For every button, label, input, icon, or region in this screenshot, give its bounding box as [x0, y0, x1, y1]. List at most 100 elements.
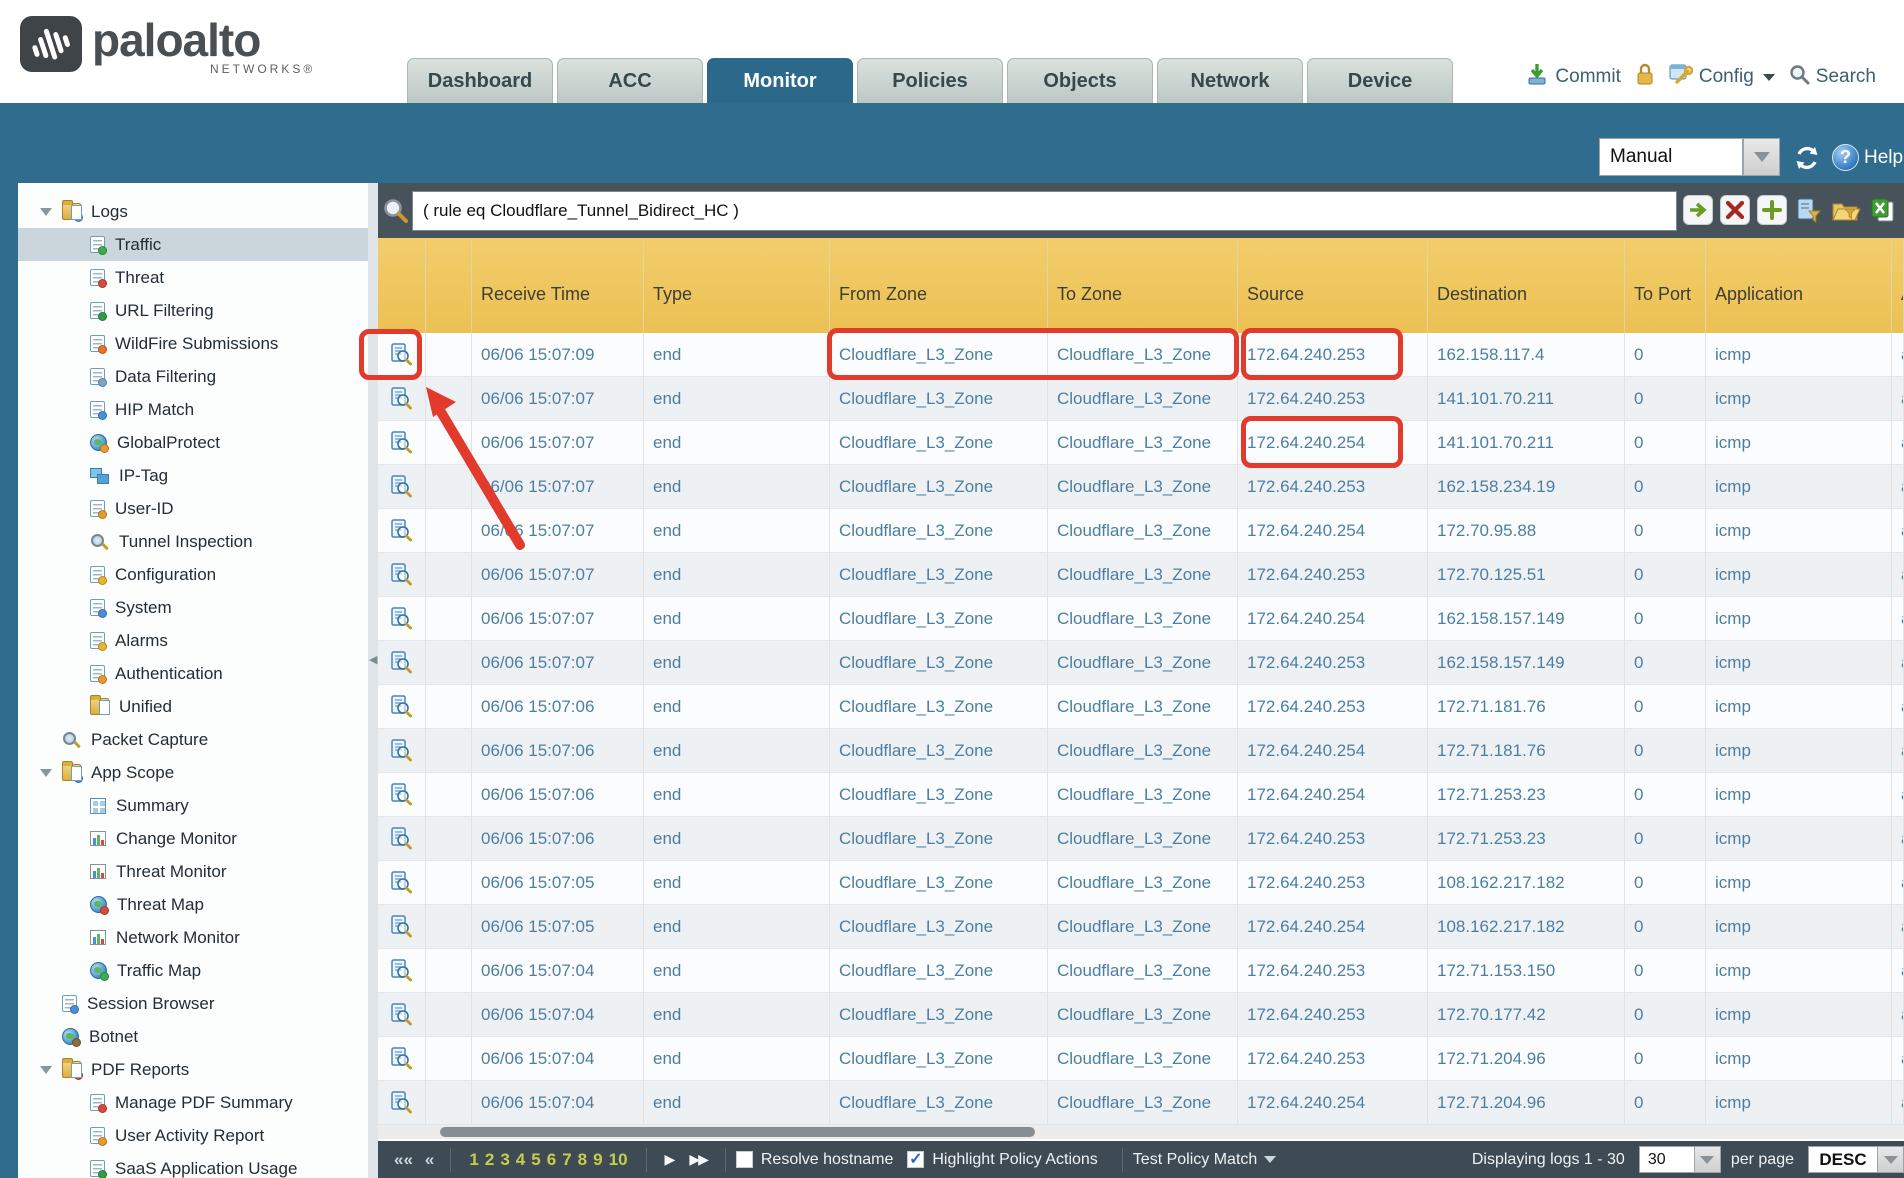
log-cell-destination[interactable]: 172.70.95.88 [1428, 509, 1625, 552]
clear-filter-icon[interactable] [1720, 195, 1750, 225]
log-cell-application[interactable]: icmp [1706, 333, 1892, 376]
log-cell-destination[interactable]: 172.71.204.96 [1428, 1081, 1625, 1124]
page-number-7[interactable]: 7 [562, 1150, 571, 1170]
sidebar-item-globalprotect[interactable]: GlobalProtect [18, 426, 368, 459]
log-cell-destination[interactable]: 162.158.157.149 [1428, 597, 1625, 640]
last-page-button[interactable]: ▶▶ [689, 1151, 707, 1168]
sidebar-item-traffic-map[interactable]: Traffic Map [18, 954, 368, 987]
log-detail-icon[interactable] [378, 465, 426, 508]
table-row[interactable]: 06/06 15:07:06endCloudflare_L3_ZoneCloud… [378, 817, 1904, 861]
log-cell-destination[interactable]: 172.71.153.150 [1428, 949, 1625, 992]
page-number-5[interactable]: 5 [531, 1150, 540, 1170]
sidebar-item-summary[interactable]: Summary [18, 789, 368, 822]
log-cell-application[interactable]: icmp [1706, 861, 1892, 904]
table-row[interactable]: 06/06 15:07:06endCloudflare_L3_ZoneCloud… [378, 685, 1904, 729]
sidebar-item-configuration[interactable]: Configuration [18, 558, 368, 591]
log-cell-source[interactable]: 172.64.240.254 [1238, 597, 1428, 640]
page-number-2[interactable]: 2 [485, 1150, 494, 1170]
log-detail-icon[interactable] [378, 509, 426, 552]
lock-button[interactable] [1635, 63, 1655, 92]
log-cell-from-zone[interactable]: Cloudflare_L3_Zone [830, 509, 1048, 552]
table-row[interactable]: 06/06 15:07:07endCloudflare_L3_ZoneCloud… [378, 553, 1904, 597]
log-detail-icon[interactable] [378, 333, 426, 376]
log-cell-source[interactable]: 172.64.240.254 [1238, 1081, 1428, 1124]
table-row[interactable]: 06/06 15:07:07endCloudflare_L3_ZoneCloud… [378, 641, 1904, 685]
log-cell-application[interactable]: icmp [1706, 905, 1892, 948]
log-cell-application[interactable]: icmp [1706, 377, 1892, 420]
log-cell-destination[interactable]: 172.71.253.23 [1428, 773, 1625, 816]
sidebar-item-ip-tag[interactable]: IP-Tag [18, 459, 368, 492]
sort-order-select-arrow[interactable] [1878, 1146, 1904, 1173]
log-cell-source[interactable]: 172.64.240.253 [1238, 993, 1428, 1036]
table-row[interactable]: 06/06 15:07:07endCloudflare_L3_ZoneCloud… [378, 377, 1904, 421]
log-cell-destination[interactable]: 108.162.217.182 [1428, 861, 1625, 904]
page-number-1[interactable]: 1 [469, 1150, 478, 1170]
log-cell-to-zone[interactable]: Cloudflare_L3_Zone [1048, 729, 1238, 772]
log-cell-destination[interactable]: 141.101.70.211 [1428, 421, 1625, 464]
per-page-select-arrow[interactable] [1695, 1146, 1721, 1173]
log-cell-application[interactable]: icmp [1706, 509, 1892, 552]
sidebar-item-system[interactable]: System [18, 591, 368, 624]
log-detail-icon[interactable] [378, 773, 426, 816]
log-cell-application[interactable]: icmp [1706, 465, 1892, 508]
sort-order-select[interactable]: DESC [1808, 1146, 1878, 1173]
per-page-select[interactable]: 30 [1639, 1146, 1695, 1173]
table-row[interactable]: 06/06 15:07:07endCloudflare_L3_ZoneCloud… [378, 597, 1904, 641]
log-cell-application[interactable]: icmp [1706, 817, 1892, 860]
table-row[interactable]: 06/06 15:07:06endCloudflare_L3_ZoneCloud… [378, 729, 1904, 773]
add-filter-icon[interactable] [1757, 195, 1787, 225]
log-cell-to-zone[interactable]: Cloudflare_L3_Zone [1048, 817, 1238, 860]
next-page-button[interactable]: ▶ [665, 1151, 674, 1168]
sidebar-item-threat-monitor[interactable]: Threat Monitor [18, 855, 368, 888]
log-cell-source[interactable]: 172.64.240.254 [1238, 421, 1428, 464]
tab-objects[interactable]: Objects [1007, 58, 1153, 103]
log-cell-source[interactable]: 172.64.240.254 [1238, 905, 1428, 948]
log-detail-icon[interactable] [378, 553, 426, 596]
apply-filter-icon[interactable] [1683, 195, 1713, 225]
log-cell-to-zone[interactable]: Cloudflare_L3_Zone [1048, 377, 1238, 420]
log-cell-from-zone[interactable]: Cloudflare_L3_Zone [830, 641, 1048, 684]
sidebar-item-user-activity-report[interactable]: User Activity Report [18, 1119, 368, 1152]
log-cell-to-zone[interactable]: Cloudflare_L3_Zone [1048, 773, 1238, 816]
column-header-a[interactable]: A [1892, 238, 1904, 333]
export-icon[interactable] [1868, 195, 1898, 225]
log-detail-icon[interactable] [378, 949, 426, 992]
column-header-type[interactable]: Type [644, 238, 830, 333]
page-number-10[interactable]: 10 [609, 1150, 628, 1170]
expand-triangle-icon[interactable] [40, 208, 52, 216]
sidebar-item-unified[interactable]: Unified [18, 690, 368, 723]
log-cell-to-zone[interactable]: Cloudflare_L3_Zone [1048, 641, 1238, 684]
sidebar-item-logs[interactable]: Logs [18, 195, 368, 228]
page-number-3[interactable]: 3 [500, 1150, 509, 1170]
log-cell-source[interactable]: 172.64.240.254 [1238, 773, 1428, 816]
log-cell-source[interactable]: 172.64.240.253 [1238, 553, 1428, 596]
log-detail-icon[interactable] [378, 861, 426, 904]
log-cell-to-zone[interactable]: Cloudflare_L3_Zone [1048, 333, 1238, 376]
log-cell-source[interactable]: 172.64.240.253 [1238, 377, 1428, 420]
table-row[interactable]: 06/06 15:07:05endCloudflare_L3_ZoneCloud… [378, 861, 1904, 905]
log-detail-icon[interactable] [378, 685, 426, 728]
log-cell-application[interactable]: icmp [1706, 729, 1892, 772]
log-cell-from-zone[interactable]: Cloudflare_L3_Zone [830, 1037, 1048, 1080]
tab-device[interactable]: Device [1307, 58, 1453, 103]
table-row[interactable]: 06/06 15:07:04endCloudflare_L3_ZoneCloud… [378, 993, 1904, 1037]
table-row[interactable]: 06/06 15:07:07endCloudflare_L3_ZoneCloud… [378, 509, 1904, 553]
tab-monitor[interactable]: Monitor [707, 58, 853, 103]
log-cell-destination[interactable]: 172.70.177.42 [1428, 993, 1625, 1036]
load-filter-icon[interactable] [1831, 195, 1861, 225]
log-cell-application[interactable]: icmp [1706, 1081, 1892, 1124]
log-cell-source[interactable]: 172.64.240.253 [1238, 949, 1428, 992]
test-policy-match-button[interactable]: Test Policy Match [1133, 1151, 1276, 1169]
help-button[interactable]: ? Help [1832, 144, 1903, 171]
log-cell-to-zone[interactable]: Cloudflare_L3_Zone [1048, 509, 1238, 552]
save-filter-icon[interactable] [1794, 195, 1824, 225]
column-header-destination[interactable]: Destination [1428, 238, 1625, 333]
log-cell-to-zone[interactable]: Cloudflare_L3_Zone [1048, 993, 1238, 1036]
log-cell-application[interactable]: icmp [1706, 597, 1892, 640]
sidebar-item-alarms[interactable]: Alarms [18, 624, 368, 657]
expand-triangle-icon[interactable] [40, 769, 52, 777]
log-cell-destination[interactable]: 141.101.70.211 [1428, 377, 1625, 420]
sidebar-item-session-browser[interactable]: Session Browser [18, 987, 368, 1020]
table-row[interactable]: 06/06 15:07:05endCloudflare_L3_ZoneCloud… [378, 905, 1904, 949]
column-header-from-zone[interactable]: From Zone [830, 238, 1048, 333]
